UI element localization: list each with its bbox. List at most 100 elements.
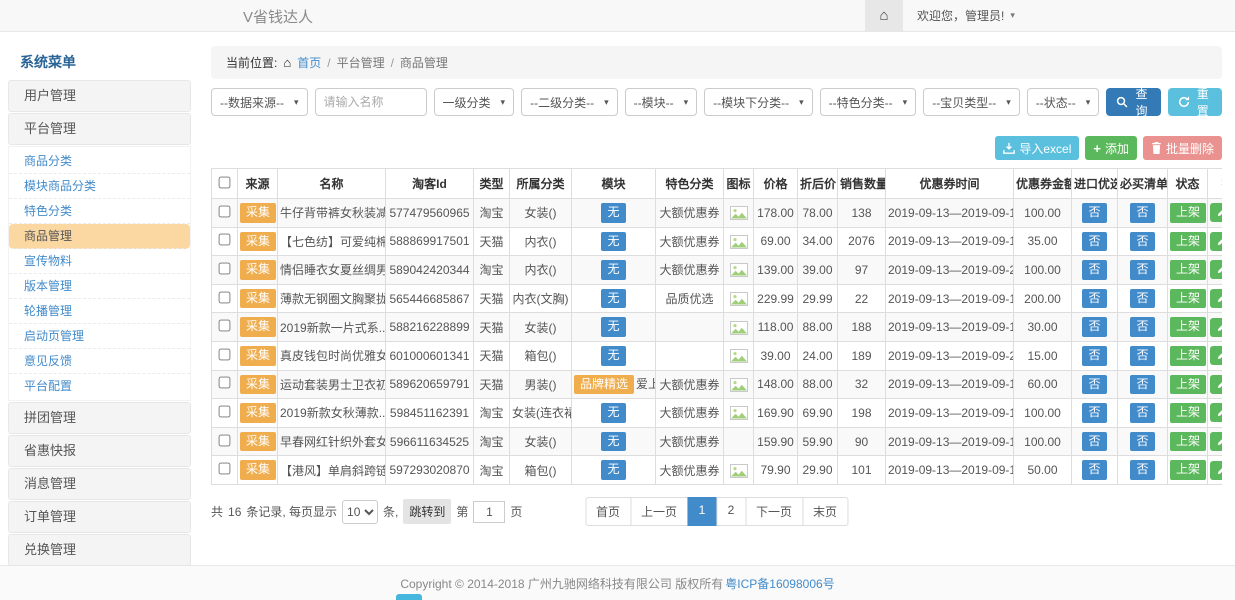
source-badge: 采集: [240, 346, 276, 366]
icp-link[interactable]: 粤ICP备16098006号: [725, 575, 834, 592]
sidebar-group[interactable]: 兑换管理: [8, 534, 191, 565]
edit-button[interactable]: [1210, 375, 1222, 394]
coupon-amount-cell: 200.00: [1014, 284, 1072, 313]
row-checkbox[interactable]: [219, 291, 231, 303]
sidebar-item[interactable]: 特色分类: [9, 199, 190, 224]
sidebar-item[interactable]: 模块商品分类: [9, 174, 190, 199]
sales-cell: 188: [838, 313, 886, 342]
pager-button[interactable]: 2: [716, 497, 746, 526]
table-row: 采集运动套装男士卫衣初秋...589620659791天猫男装()品牌精选爱上运…: [212, 370, 1223, 399]
table-row: 采集情侣睡衣女夏丝绸男士...589042420344淘宝内衣()无大额优惠券1…: [212, 256, 1223, 285]
row-checkbox[interactable]: [219, 205, 231, 217]
module-text: 爱上运动: [636, 377, 655, 391]
pager-button[interactable]: 末页: [802, 497, 848, 526]
breadcrumb-home-link[interactable]: 首页: [297, 54, 321, 71]
page-size-select[interactable]: 10: [342, 500, 378, 524]
sidebar-item[interactable]: 平台配置: [9, 374, 190, 398]
chevron-down-icon: ▾: [684, 97, 689, 108]
edit-button[interactable]: [1210, 260, 1222, 279]
row-checkbox[interactable]: [219, 234, 231, 246]
edit-button[interactable]: [1210, 403, 1222, 422]
import-excel-button[interactable]: 导入excel: [995, 136, 1079, 160]
module-subcategory-select[interactable]: --模块下分类--▾: [704, 88, 813, 116]
sidebar-group[interactable]: 省惠快报: [8, 435, 191, 467]
status-cell: 上架: [1168, 427, 1208, 456]
welcome-text: 欢迎您，管理员!: [917, 7, 1004, 24]
edit-button[interactable]: [1210, 203, 1222, 222]
import-select-cell: 否: [1072, 256, 1118, 285]
row-checkbox[interactable]: [219, 320, 231, 332]
status-cell: 上架: [1168, 284, 1208, 313]
source-badge: 采集: [240, 375, 276, 395]
add-button[interactable]: + 添加: [1085, 136, 1137, 160]
pager-button[interactable]: 首页: [585, 497, 631, 526]
row-checkbox[interactable]: [219, 406, 231, 418]
table-row: 采集薄款无钢圈文胸聚拢性...565446685867天猫内衣(文胸)无品质优选…: [212, 284, 1223, 313]
taoke-id-cell: 597293020870: [386, 456, 474, 485]
level2-category-select[interactable]: --二级分类--▾: [521, 88, 618, 116]
row-checkbox[interactable]: [219, 463, 231, 475]
price-cell: 148.00: [754, 370, 798, 399]
import-select-cell: 否: [1072, 341, 1118, 370]
module-badge: 无: [601, 317, 625, 337]
select-all-checkbox[interactable]: [219, 176, 231, 188]
pager-button[interactable]: 上一页: [630, 497, 688, 526]
status-select[interactable]: --状态--▾: [1027, 88, 1100, 116]
must-buy-badge: 否: [1130, 460, 1154, 480]
table-row: 采集真皮钱包时尚优雅女士...601000601341天猫箱包()无39.002…: [212, 341, 1223, 370]
batch-delete-button[interactable]: 批量删除: [1143, 136, 1222, 160]
edit-button[interactable]: [1210, 432, 1222, 451]
pager-button[interactable]: 1: [687, 497, 717, 526]
name-input[interactable]: [315, 88, 427, 116]
edit-button[interactable]: [1210, 232, 1222, 251]
source-badge: 采集: [240, 232, 276, 252]
module-badge: 无: [601, 432, 625, 452]
feature-cell: 大额优惠券: [656, 399, 724, 428]
sidebar-item[interactable]: 轮播管理: [9, 299, 190, 324]
sidebar-group[interactable]: 平台管理: [8, 113, 191, 145]
must-buy-cell: 否: [1118, 284, 1168, 313]
sidebar-item[interactable]: 商品分类: [9, 149, 190, 174]
sidebar-group[interactable]: 订单管理: [8, 501, 191, 533]
source-cell: 采集: [238, 399, 278, 428]
module-select[interactable]: --模块--▾: [625, 88, 698, 116]
edit-button[interactable]: [1210, 346, 1222, 365]
import-select-badge: 否: [1082, 432, 1106, 452]
feature-category-select[interactable]: --特色分类--▾: [820, 88, 917, 116]
chevron-down-icon: ▾: [294, 97, 299, 108]
price-cell: 159.90: [754, 427, 798, 456]
level1-category-select[interactable]: 一级分类▾: [434, 88, 515, 116]
sidebar-item[interactable]: 宣传物料: [9, 249, 190, 274]
sidebar-item[interactable]: 启动页管理: [9, 324, 190, 349]
row-checkbox[interactable]: [219, 377, 231, 389]
row-checkbox[interactable]: [219, 434, 231, 446]
sidebar-item[interactable]: 意见反馈: [9, 349, 190, 374]
row-checkbox[interactable]: [219, 263, 231, 275]
reset-button[interactable]: 重置: [1168, 88, 1222, 116]
coupon-amount-cell: 60.00: [1014, 370, 1072, 399]
search-button[interactable]: 查询: [1106, 88, 1160, 116]
data-source-select[interactable]: --数据来源--▾: [211, 88, 308, 116]
edit-button[interactable]: [1210, 461, 1222, 480]
sidebar: 系统菜单 用户管理平台管理商品分类模块商品分类特色分类商品管理宣传物料版本管理轮…: [8, 46, 191, 565]
jump-button[interactable]: 跳转到: [403, 499, 451, 524]
row-checkbox[interactable]: [219, 348, 231, 360]
pager-button[interactable]: 下一页: [745, 497, 803, 526]
home-button[interactable]: ⌂: [865, 0, 903, 31]
module-cell: 无: [572, 284, 656, 313]
price-cell: 39.00: [754, 341, 798, 370]
jump-page-input[interactable]: [473, 501, 505, 523]
edit-button[interactable]: [1210, 289, 1222, 308]
sidebar-group[interactable]: 拼团管理: [8, 402, 191, 434]
operations-cell: [1208, 399, 1223, 428]
sidebar-group[interactable]: 消息管理: [8, 468, 191, 500]
discount-price-cell: 88.00: [798, 313, 838, 342]
sidebar-group[interactable]: 用户管理: [8, 80, 191, 112]
import-select-badge: 否: [1082, 203, 1106, 223]
user-menu[interactable]: 欢迎您，管理员! ▾: [903, 0, 1029, 31]
sidebar-item[interactable]: 版本管理: [9, 274, 190, 299]
item-type-select[interactable]: --宝贝类型--▾: [923, 88, 1020, 116]
edit-button[interactable]: [1210, 318, 1222, 337]
must-buy-cell: 否: [1118, 370, 1168, 399]
sidebar-item[interactable]: 商品管理: [9, 224, 190, 249]
